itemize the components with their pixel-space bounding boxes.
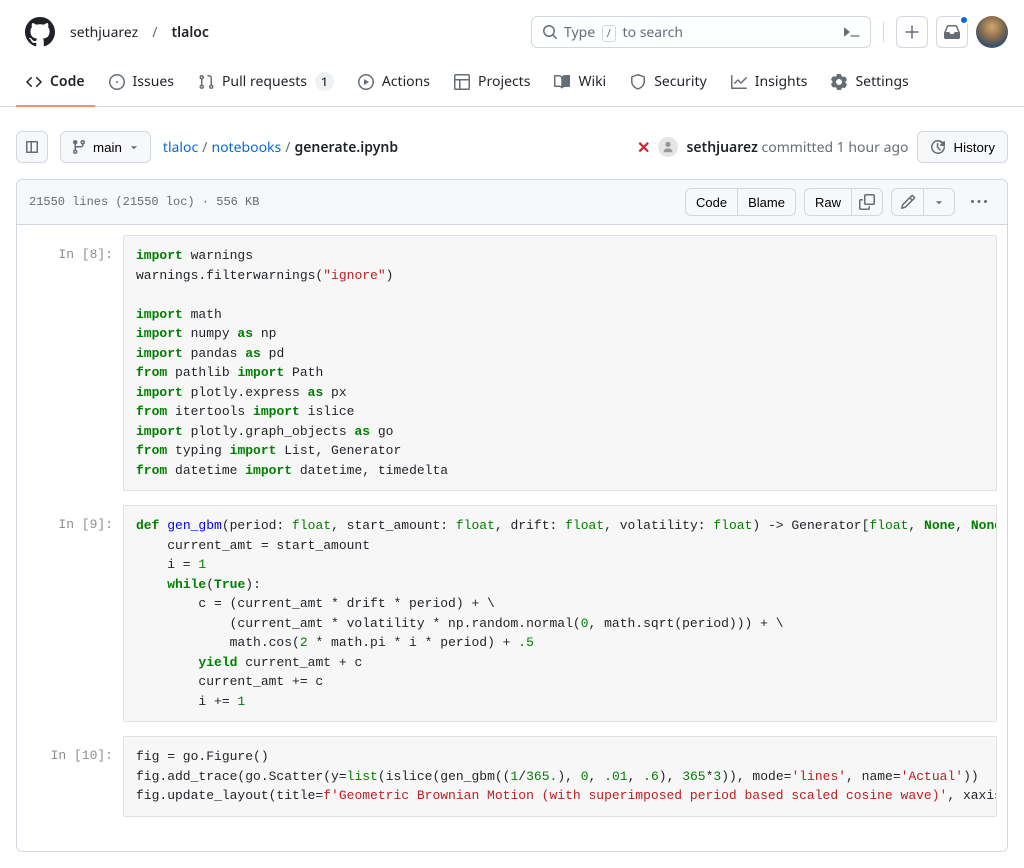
breadcrumb-dir[interactable]: notebooks [211, 138, 281, 157]
more-options-button[interactable] [963, 188, 995, 216]
github-logo[interactable] [24, 16, 56, 48]
issues-icon [109, 74, 125, 90]
command-palette-icon[interactable] [844, 24, 860, 40]
create-new-button[interactable] [896, 16, 928, 48]
pulls-count: 1 [315, 72, 334, 91]
user-avatar[interactable] [976, 16, 1008, 48]
search-input-wrap[interactable]: Type / to search [531, 16, 871, 48]
inbox-icon [944, 24, 960, 40]
sidebar-collapse-icon [24, 139, 40, 155]
gear-icon [831, 74, 847, 90]
cell-code: import warnings warnings.filterwarnings(… [123, 235, 997, 491]
kebab-icon [971, 194, 987, 210]
raw-button[interactable]: Raw [804, 188, 851, 216]
pencil-icon [900, 194, 916, 210]
notifications-button[interactable] [936, 16, 968, 48]
edit-dropdown-button[interactable] [923, 188, 955, 216]
copy-icon [859, 194, 875, 210]
tab-code[interactable]: Code [16, 64, 95, 107]
edit-file-button[interactable] [891, 188, 923, 216]
tab-pull-requests[interactable]: Pull requests 1 [188, 64, 344, 107]
code-view-button[interactable]: Code [685, 188, 737, 216]
commit-author-avatar[interactable] [658, 137, 678, 157]
copy-raw-button[interactable] [851, 188, 883, 216]
cell-code: fig = go.Figure() fig.add_trace(go.Scatt… [123, 736, 997, 817]
tab-actions[interactable]: Actions [348, 64, 440, 107]
tab-wiki[interactable]: Wiki [544, 64, 616, 107]
search-placeholder: Type / to search [564, 23, 683, 42]
cell-prompt: In [10]: [27, 736, 123, 817]
graph-icon [731, 74, 747, 90]
commit-author[interactable]: sethjuarez committed 1 hour ago [686, 138, 908, 157]
cell-prompt: In [9]: [27, 505, 123, 722]
tab-settings[interactable]: Settings [821, 64, 918, 107]
shield-icon [630, 74, 646, 90]
file-stats: 21550 lines (21550 loc) · 556 KB [29, 195, 259, 209]
triangle-down-icon [128, 141, 140, 153]
triangle-down-icon [933, 196, 945, 208]
plus-icon [904, 24, 920, 40]
play-icon [358, 74, 374, 90]
notebook-cell: In [10]: fig = go.Figure() fig.add_trace… [27, 736, 997, 817]
github-mark-icon [25, 17, 55, 47]
git-branch-icon [71, 139, 87, 155]
table-icon [454, 74, 470, 90]
blame-view-button[interactable]: Blame [737, 188, 796, 216]
commit-status-x-icon[interactable]: ✕ [637, 136, 650, 158]
tab-projects[interactable]: Projects [444, 64, 540, 107]
history-icon [930, 139, 946, 155]
git-pull-request-icon [198, 74, 214, 90]
branch-select-button[interactable]: main [60, 131, 151, 163]
cell-code: def gen_gbm(period: float, start_amount:… [123, 505, 997, 722]
notebook-cell: In [8]: import warnings warnings.filterw… [27, 235, 997, 491]
notebook-cell: In [9]: def gen_gbm(period: float, start… [27, 505, 997, 722]
history-button[interactable]: History [917, 131, 1008, 163]
breadcrumb-file: generate.ipynb [294, 138, 398, 157]
code-icon [26, 74, 42, 90]
tab-insights[interactable]: Insights [721, 64, 818, 107]
search-icon [542, 24, 558, 40]
book-icon [554, 74, 570, 90]
breadcrumb: tlaloc/notebooks/generate.ipynb [163, 138, 398, 157]
cell-prompt: In [8]: [27, 235, 123, 491]
repo-owner-link[interactable]: sethjuarez [64, 19, 144, 46]
repo-sep: / [152, 23, 157, 42]
repo-name-link[interactable]: tlaloc [165, 19, 214, 46]
tab-issues[interactable]: Issues [99, 64, 184, 107]
notification-dot [959, 15, 969, 25]
breadcrumb-root[interactable]: tlaloc [163, 138, 198, 157]
repo-tabs: Code Issues Pull requests 1 Actions Proj… [0, 64, 1024, 107]
tab-security[interactable]: Security [620, 64, 717, 107]
notebook-content: In [8]: import warnings warnings.filterw… [17, 225, 1007, 851]
toggle-sidebar-button[interactable] [16, 131, 48, 163]
